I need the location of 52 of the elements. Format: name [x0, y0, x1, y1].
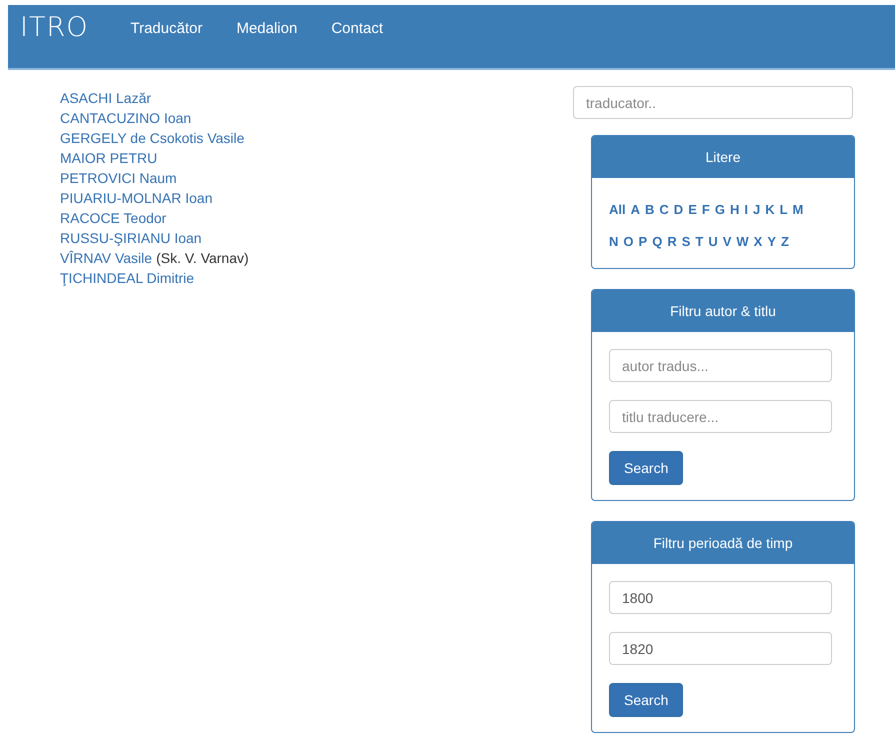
- letter-link[interactable]: S: [682, 233, 690, 251]
- letter-link[interactable]: M: [792, 201, 804, 219]
- letter-link[interactable]: G: [714, 201, 725, 219]
- year-field[interactable]: 1800: [609, 581, 832, 614]
- search-button[interactable]: Search: [609, 683, 684, 717]
- search-button[interactable]: Search: [609, 451, 684, 485]
- panel-title: Litere: [592, 136, 854, 178]
- letter-link[interactable]: I: [744, 201, 748, 219]
- nav-link[interactable]: Medalion: [236, 20, 298, 38]
- year-field[interactable]: 1820: [609, 632, 832, 665]
- letter-link[interactable]: K: [765, 201, 775, 219]
- site-logo[interactable]: ITRO: [20, 13, 88, 43]
- translator-link[interactable]: RUSSU-ŞIRIANU Ioan: [60, 228, 202, 248]
- letter-link[interactable]: H: [730, 201, 740, 219]
- letter-link[interactable]: O: [623, 233, 634, 251]
- translator-link[interactable]: ŢICHINDEAL Dimitrie: [60, 268, 194, 288]
- translator-link[interactable]: MAIOR PETRU: [60, 148, 158, 168]
- translator-link[interactable]: ASACHI Lazăr: [60, 88, 152, 108]
- letter-link[interactable]: U: [708, 233, 718, 251]
- letter-link[interactable]: C: [659, 201, 669, 219]
- letter-link[interactable]: W: [736, 233, 749, 251]
- letter-link[interactable]: E: [688, 201, 697, 219]
- letter-link[interactable]: Z: [781, 233, 789, 251]
- translator-link[interactable]: CANTACUZINO Ioan: [60, 108, 192, 128]
- input-field[interactable]: titlu traducere...: [609, 400, 832, 433]
- translator-link[interactable]: PIUARIU-MOLNAR Ioan: [60, 188, 212, 208]
- letter-link[interactable]: F: [702, 201, 710, 219]
- panel-title: Filtru autor & titlu: [592, 290, 854, 332]
- letter-link[interactable]: Q: [652, 233, 662, 251]
- letter-link[interactable]: J: [752, 201, 760, 219]
- translator-link[interactable]: GERGELY de Csokotis Vasile: [60, 128, 244, 148]
- input-field[interactable]: autor tradus...: [609, 349, 832, 382]
- nav-link[interactable]: Contact: [331, 20, 384, 38]
- translator-link[interactable]: VÎRNAV Vasile: [60, 248, 152, 268]
- translator-link[interactable]: RACOCE Teodor: [60, 208, 166, 228]
- alias-note: (Sk. V. Varnav): [156, 249, 249, 268]
- nav-link[interactable]: Traducător: [130, 20, 202, 38]
- letter-link[interactable]: X: [754, 233, 762, 251]
- panel-title: Filtru perioadă de timp: [592, 522, 854, 564]
- search-field[interactable]: traducator..: [573, 86, 853, 119]
- letter-link[interactable]: P: [638, 233, 648, 251]
- letter-link[interactable]: B: [645, 201, 654, 219]
- letter-link[interactable]: T: [695, 233, 704, 251]
- letter-link[interactable]: Y: [767, 233, 776, 251]
- translator-link[interactable]: PETROVICI Naum: [60, 168, 177, 188]
- letter-link[interactable]: N: [609, 233, 618, 251]
- letter-link[interactable]: V: [722, 233, 732, 251]
- letter-link[interactable]: R: [667, 233, 677, 251]
- letter-link[interactable]: D: [674, 201, 684, 219]
- letter-link[interactable]: A: [630, 201, 640, 219]
- letter-link[interactable]: All: [609, 201, 626, 219]
- letter-link[interactable]: L: [780, 201, 788, 219]
